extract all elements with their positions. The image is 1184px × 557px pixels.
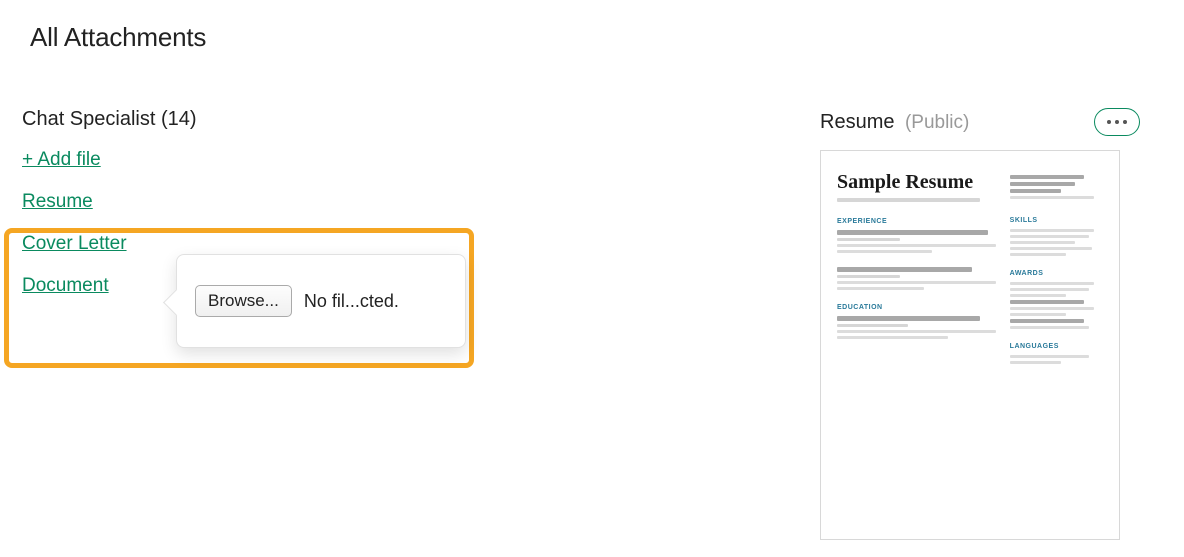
file-upload-popover: Browse... No fil...cted.: [176, 254, 466, 348]
doc-main-column: Sample Resume EXPERIENCE EDUCATION: [837, 171, 996, 519]
doc-languages-block: [1010, 355, 1103, 364]
doc-section-experience: EXPERIENCE: [837, 218, 996, 225]
page-title: All Attachments: [30, 22, 206, 53]
ellipsis-icon: [1123, 120, 1127, 124]
preview-visibility: (Public): [905, 112, 969, 133]
cover-letter-link[interactable]: Cover Letter: [22, 233, 127, 255]
doc-experience-entry: [837, 230, 996, 253]
preview-panel: Resume (Public) Sample Resume EXPERIENCE: [820, 108, 1140, 540]
doc-contact-block: [1010, 175, 1103, 199]
document-preview[interactable]: Sample Resume EXPERIENCE EDUCATION: [820, 150, 1120, 540]
preview-title-group: Resume (Public): [820, 111, 969, 134]
document-link[interactable]: Document: [22, 275, 109, 297]
doc-awards-block: [1010, 282, 1103, 329]
browse-button[interactable]: Browse...: [195, 285, 292, 317]
doc-section-awards: AWARDS: [1010, 270, 1103, 277]
job-heading: Chat Specialist (14): [22, 108, 482, 131]
resume-link[interactable]: Resume: [22, 191, 93, 213]
doc-section-languages: LANGUAGES: [1010, 343, 1103, 350]
doc-experience-entry: [837, 267, 996, 290]
doc-education-entry: [837, 316, 996, 339]
doc-skills-block: [1010, 229, 1103, 256]
doc-section-skills: SKILLS: [1010, 217, 1103, 224]
doc-section-education: EDUCATION: [837, 304, 996, 311]
ellipsis-icon: [1115, 120, 1119, 124]
doc-side-column: SKILLS AWARDS LANGUAGES: [1010, 171, 1103, 519]
file-status-text: No fil...cted.: [304, 291, 399, 312]
add-file-link[interactable]: + Add file: [22, 149, 101, 171]
more-options-button[interactable]: [1094, 108, 1140, 136]
preview-title: Resume: [820, 111, 894, 133]
doc-title: Sample Resume: [837, 171, 996, 194]
ellipsis-icon: [1107, 120, 1111, 124]
doc-subtitle-placeholder: [837, 198, 980, 202]
preview-header: Resume (Public): [820, 108, 1140, 136]
